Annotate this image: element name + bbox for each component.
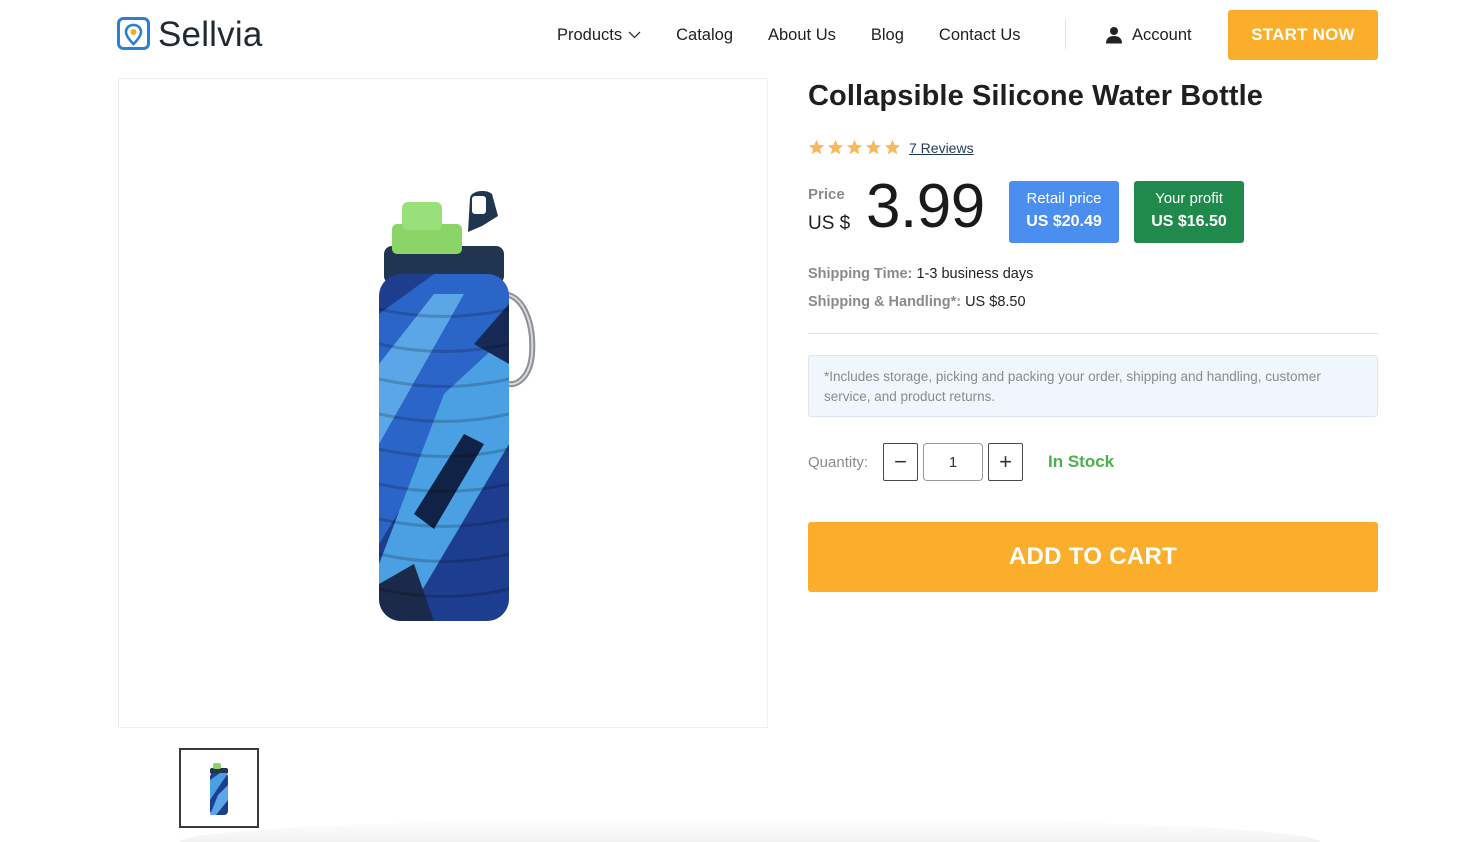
price-currency: US $ [808,213,851,234]
nav-about-us[interactable]: About Us [768,26,836,45]
retail-price-badge: Retail price US $20.49 [1009,181,1119,243]
logo-text: Sellvia [158,15,263,54]
profit-value: US $16.50 [1151,213,1227,230]
user-icon [1106,27,1122,44]
price-value: 3.99 [866,172,985,241]
handling-note: *Includes storage, picking and packing y… [808,355,1378,417]
add-to-cart-button[interactable]: ADD TO CART [808,522,1378,592]
star-icon [808,139,825,155]
site-header: Sellvia Products Catalog About Us Blog C… [0,0,1476,70]
thumbnail-image [210,763,228,815]
nav-blog[interactable]: Blog [871,26,904,45]
star-icon [846,139,863,155]
shipping-handling-row: Shipping & Handling*: US $8.50 [808,294,1026,310]
reviews-link[interactable]: 7 Reviews [909,140,974,156]
sellvia-logo[interactable]: Sellvia [117,16,263,54]
nav-contact-us[interactable]: Contact Us [939,26,1021,45]
shipping-time-row: Shipping Time: 1-3 business days [808,266,1033,282]
product-thumbnail[interactable] [179,748,259,828]
price-label: Price [808,186,845,203]
star-rating [808,139,901,156]
product-image-panel [118,78,768,728]
account-label: Account [1132,25,1192,44]
nav-divider [1065,20,1066,49]
product-image [379,190,536,621]
star-icon [827,139,844,155]
main-nav: Products Catalog About Us Blog Contact U… [557,22,1056,48]
chevron-down-icon [628,31,641,39]
nav-products[interactable]: Products [557,26,641,45]
retail-price-value: US $20.49 [1026,213,1102,230]
quantity-decrease-button[interactable]: − [883,443,918,481]
quantity-label: Quantity: [808,454,869,471]
star-icon [884,139,901,155]
divider [808,333,1378,334]
profit-badge: Your profit US $16.50 [1134,181,1244,243]
product-rating: 7 Reviews [808,139,974,156]
location-pin-logo-icon [117,17,150,50]
stock-status: In Stock [1048,452,1115,471]
shipping-time-value: 1-3 business days [916,266,1034,282]
bottom-shadow [180,818,1320,842]
nav-products-label: Products [557,25,623,44]
profit-label: Your profit [1155,190,1223,207]
quantity-increase-button[interactable]: + [988,443,1023,481]
shipping-handling-label: Shipping & Handling*: [808,294,962,310]
shipping-time-label: Shipping Time: [808,266,913,282]
start-now-button[interactable]: START NOW [1228,10,1378,60]
star-icon [865,139,882,155]
account-link[interactable]: Account [1105,22,1192,48]
nav-catalog[interactable]: Catalog [676,26,733,45]
retail-price-label: Retail price [1026,190,1102,207]
quantity-input[interactable] [923,443,983,481]
shipping-handling-value: US $8.50 [965,294,1026,310]
product-title: Collapsible Silicone Water Bottle [808,80,1264,112]
